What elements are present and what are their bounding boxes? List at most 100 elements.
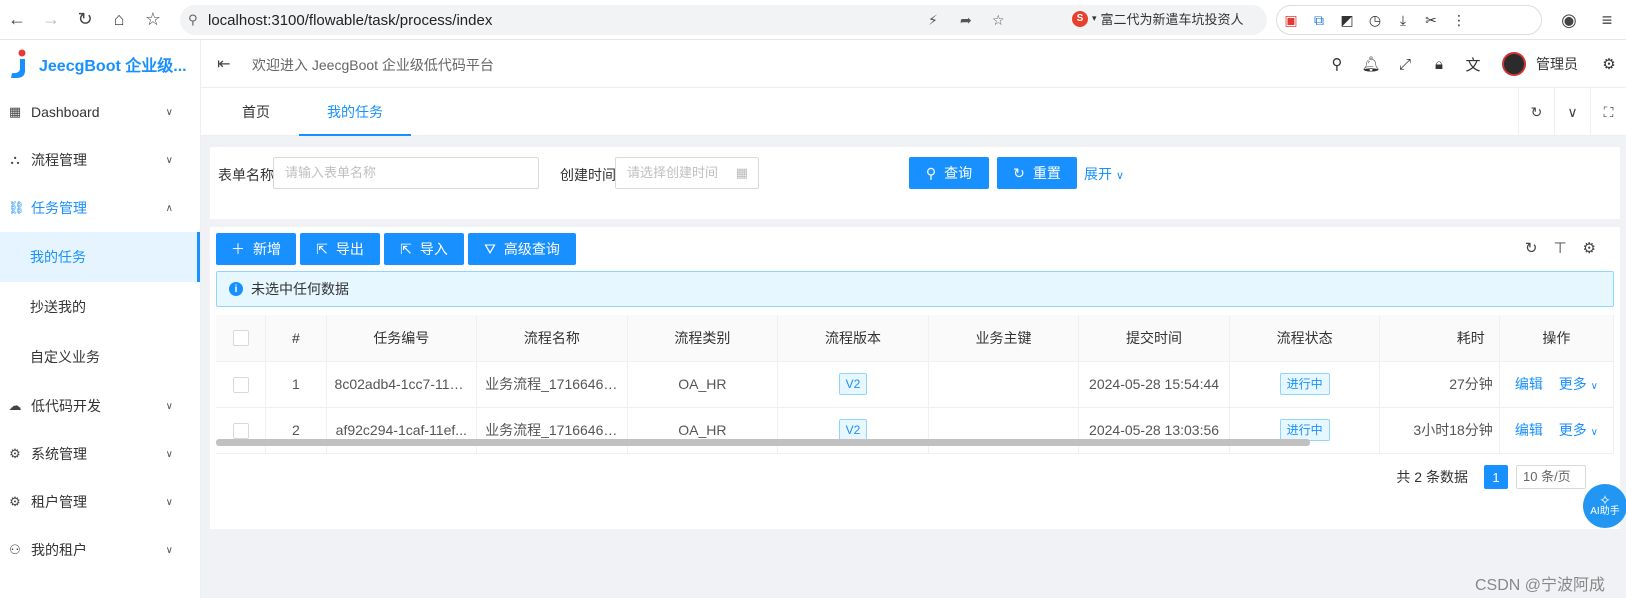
sidebar: JeecgBoot 企业级... ▦ Dashboard ∨ ⛬ 流程管理 ∨ … <box>0 40 201 598</box>
gear-icon: ⚙ <box>9 494 21 509</box>
import-button[interactable]: ⇱ 导入 <box>384 233 464 265</box>
selection-alert: i 未选中任何数据 <box>216 271 1614 307</box>
news-ticker[interactable]: S ▾ 富二代为新遣车坑投资人 <box>1072 9 1244 28</box>
logo-row[interactable]: JeecgBoot 企业级... <box>0 40 200 88</box>
settings-icon[interactable]: ⚙ <box>1583 239 1596 257</box>
star-icon[interactable]: ☆ <box>992 12 1005 29</box>
add-button[interactable]: ＋ 新增 <box>216 233 296 265</box>
edit-link[interactable]: 编辑 <box>1515 422 1543 438</box>
sidebar-item-label: 租户管理 <box>31 494 87 510</box>
username[interactable]: 管理员 <box>1536 54 1578 74</box>
ai-assistant-label: AI助手 <box>1590 506 1620 517</box>
sidebar-item-my-tenant[interactable]: ⚇ 我的租户 ∨ <box>0 526 200 574</box>
select-all-checkbox[interactable] <box>216 315 267 362</box>
settings-icon[interactable]: ⚙ <box>1592 55 1626 73</box>
sidebar-item-system[interactable]: ⚙ 系统管理 ∨ <box>0 430 200 478</box>
query-button[interactable]: ⚲ 查询 <box>909 157 989 189</box>
more-label: 更多 <box>1558 376 1587 392</box>
pdf-icon[interactable]: ▣ <box>1277 6 1305 34</box>
language-icon[interactable]: 文 <box>1456 54 1490 75</box>
more-link[interactable]: 更多 ∨ <box>1559 422 1598 438</box>
column-header: 流程版本 <box>777 315 929 362</box>
business-key <box>928 361 1080 408</box>
forward-icon[interactable]: → <box>34 3 68 37</box>
history-icon[interactable]: ◷ <box>1361 6 1389 34</box>
scissors-icon[interactable]: ✂ <box>1417 6 1445 34</box>
watermark: CSDN @宁波阿成 <box>1475 577 1606 594</box>
edit-link[interactable]: 编辑 <box>1515 376 1543 392</box>
tab-my-tasks[interactable]: 我的任务 <box>299 88 411 136</box>
refresh-icon[interactable]: ↻ <box>1525 239 1538 257</box>
alert-text: 未选中任何数据 <box>251 281 349 297</box>
bolt-icon[interactable]: ⚡ <box>928 12 938 29</box>
ai-assistant-button[interactable]: ✧ AI助手 <box>1583 484 1626 528</box>
column-height-icon[interactable]: ⊤ <box>1553 239 1566 257</box>
sidebar-item-lowcode[interactable]: ☁ 低代码开发 ∨ <box>0 382 200 430</box>
tab-home[interactable]: 首页 <box>225 88 287 136</box>
more-label: 更多 <box>1558 422 1587 438</box>
sidebar-item-dashboard[interactable]: ▦ Dashboard ∨ <box>0 88 200 136</box>
menu-more-icon[interactable]: ⋮ <box>1445 6 1473 34</box>
flow-icon: ⛬ <box>10 152 20 167</box>
bookmark-star-icon[interactable]: ☆ <box>136 3 170 37</box>
sidebar-item-label: 我的租户 <box>31 542 87 558</box>
home-icon[interactable]: ⌂ <box>102 3 136 37</box>
export-button[interactable]: ⇱ 导出 <box>300 233 380 265</box>
extension-icon[interactable]: ◩ <box>1333 6 1361 34</box>
sidebar-item-flow[interactable]: ⛬ 流程管理 ∨ <box>0 136 200 184</box>
page-number[interactable]: 1 <box>1484 465 1508 489</box>
export-label: 导出 <box>335 241 364 257</box>
chevron-down-icon: ∨ <box>165 544 173 556</box>
welcome-text: 欢迎进入 JeecgBoot 企业级低代码平台 <box>252 57 494 73</box>
sidebar-item-tenant[interactable]: ⚙ 租户管理 ∨ <box>0 478 200 526</box>
page-size-select[interactable]: 10 条/页 <box>1516 465 1586 489</box>
process-version: V2 <box>777 407 929 454</box>
sidebar-subitem-cc-me[interactable]: 抄送我的 <box>0 282 200 332</box>
expand-link[interactable]: 展开 ∨ <box>1084 164 1124 184</box>
chevron-down-icon[interactable]: ∨ <box>1554 88 1590 136</box>
reload-icon[interactable]: ↻ <box>68 3 102 37</box>
chevron-down-icon: ∨ <box>165 400 173 412</box>
form-name-input[interactable]: 请输入表单名称 <box>273 157 539 189</box>
process-category: OA_HR <box>627 361 779 408</box>
dropdown-icon: ▾ <box>1092 13 1097 23</box>
more-link[interactable]: 更多 ∨ <box>1559 376 1598 392</box>
row-index: 2 <box>265 407 327 454</box>
sidebar-subitem-my-tasks[interactable]: 我的任务 <box>0 232 200 282</box>
translate-icon[interactable]: ⧉ <box>1305 6 1333 34</box>
profile-icon[interactable]: ◉ <box>1552 3 1586 37</box>
sidebar-item-label: 流程管理 <box>31 152 87 168</box>
tab-bar: 首页 我的任务 ↻ ∨ ⛶ <box>201 88 1626 136</box>
advanced-query-button[interactable]: ⛛ 高级查询 <box>468 233 576 265</box>
browser-menu-icon[interactable]: ≡ <box>1590 3 1624 37</box>
search-icon[interactable]: ⚲ <box>1320 55 1354 73</box>
news-text: 富二代为新遣车坑投资人 <box>1100 12 1244 27</box>
chevron-down-icon: ∨ <box>165 154 173 166</box>
share-icon[interactable]: ➦ <box>960 12 972 29</box>
row-actions: 编辑 更多 ∨ <box>1499 361 1615 408</box>
back-icon[interactable]: ← <box>0 3 34 37</box>
reset-button[interactable]: ↻ 重置 <box>997 157 1077 189</box>
search-icon: ⚲ <box>188 12 198 27</box>
refresh-icon[interactable]: ↻ <box>1518 88 1554 136</box>
bell-icon[interactable]: 🔔︎ <box>1354 55 1388 73</box>
sidebar-subitem-custom-biz[interactable]: 自定义业务 <box>0 332 200 382</box>
table-row: 2 af92c294-1caf-11ef... 业务流程_17166466...… <box>216 407 1615 454</box>
maximize-icon[interactable]: ⛶ <box>1590 88 1626 136</box>
avatar[interactable] <box>1502 52 1526 76</box>
sidebar-item-task[interactable]: ⛓ 任务管理 ∧ <box>0 184 200 232</box>
download-icon[interactable]: ⤓ <box>1389 6 1417 34</box>
table-card: ＋ 新增 ⇱ 导出 ⇱ 导入 ⛛ 高级查询 ↻ ⊤ ⚙ i 未选中任何数据 # … <box>210 227 1620 529</box>
row-checkbox[interactable] <box>216 407 267 454</box>
horizontal-scrollbar[interactable] <box>216 439 1310 446</box>
column-header: # <box>265 315 327 362</box>
version-tag: V2 <box>838 419 868 441</box>
menu-fold-icon[interactable]: ⇤ <box>217 54 230 74</box>
lock-icon[interactable]: 🔒︎ <box>1422 56 1456 73</box>
create-time-picker[interactable]: 请选择创建时间 ▦ <box>615 157 759 189</box>
calendar-icon: ▦ <box>735 165 748 180</box>
chevron-down-icon: ∨ <box>165 106 173 118</box>
chevron-up-icon: ∧ <box>165 202 173 214</box>
fullscreen-icon[interactable]: ⤢ <box>1388 56 1422 73</box>
row-checkbox[interactable] <box>216 361 267 408</box>
